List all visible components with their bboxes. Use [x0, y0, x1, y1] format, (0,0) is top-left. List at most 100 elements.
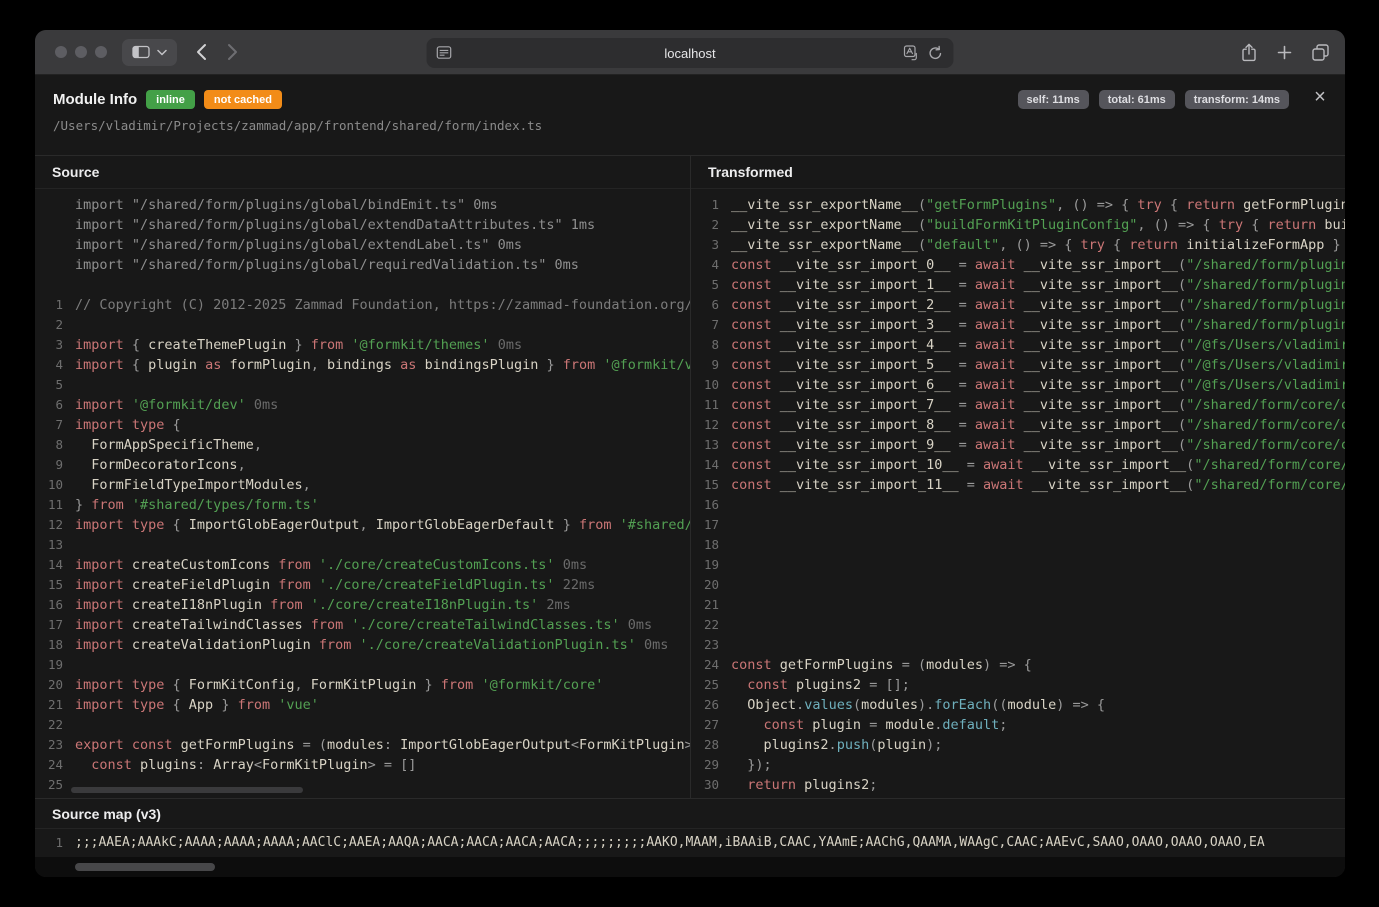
page-title: Module Info — [53, 91, 137, 108]
transformed-code[interactable]: 1__vite_ssr_exportName__("getFormPlugins… — [691, 189, 1345, 798]
code-line: 23export const getFormPlugins = (modules… — [35, 735, 690, 755]
sidebar-toggle-button[interactable] — [122, 39, 177, 66]
window-actions — [1241, 30, 1329, 75]
url-text: localhost — [664, 46, 715, 61]
title-row: Module Info inline not cached self: 11ms… — [53, 90, 1327, 109]
code-line: import "/shared/form/plugins/global/requ… — [35, 255, 690, 275]
code-line: 21 — [691, 595, 1345, 615]
source-panel-title: Source — [35, 156, 690, 189]
code-line: 3import { createThemePlugin } from '@for… — [35, 335, 690, 355]
code-line: 18import createValidationPlugin from './… — [35, 635, 690, 655]
total-time-badge: total: 61ms — [1099, 90, 1175, 109]
code-line: 10 FormFieldTypeImportModules, — [35, 475, 690, 495]
source-code[interactable]: import "/shared/form/plugins/global/bind… — [35, 189, 690, 798]
address-bar[interactable]: localhost — [427, 38, 954, 68]
sourcemap-section: Source map (v3) 1;;;AAEA;AAAkC;AAAA;AAAA… — [35, 798, 1345, 857]
reload-icon[interactable] — [928, 45, 944, 61]
code-line — [35, 275, 690, 295]
code-line: 1__vite_ssr_exportName__("getFormPlugins… — [691, 195, 1345, 215]
code-line: 1;;;AAEA;AAAkC;AAAA;AAAA;AAAA;AAClC;AAEA… — [35, 833, 1345, 853]
code-line: 28 plugins2.push(plugin); — [691, 735, 1345, 755]
transform-time-badge: transform: 14ms — [1185, 90, 1289, 109]
code-line: 15import createFieldPlugin from './core/… — [35, 575, 690, 595]
code-line: 19 — [691, 555, 1345, 575]
code-line: import "/shared/form/plugins/global/bind… — [35, 195, 690, 215]
code-line: 11} from '#shared/types/form.ts' — [35, 495, 690, 515]
module-info-header: Module Info inline not cached self: 11ms… — [35, 75, 1345, 155]
code-line: 15const __vite_ssr_import_11__ = await _… — [691, 475, 1345, 495]
transformed-panel: Transformed 1__vite_ssr_exportName__("ge… — [690, 156, 1345, 798]
code-line: 22 — [691, 615, 1345, 635]
code-line: 7const __vite_ssr_import_3__ = await __v… — [691, 315, 1345, 335]
source-panel: Source import "/shared/form/plugins/glob… — [35, 156, 690, 798]
forward-button[interactable] — [227, 43, 239, 61]
translate-icon[interactable] — [904, 45, 920, 61]
code-line: 4const __vite_ssr_import_0__ = await __v… — [691, 255, 1345, 275]
code-line: 5const __vite_ssr_import_1__ = await __v… — [691, 275, 1345, 295]
page-settings-icon[interactable] — [437, 46, 452, 59]
chevron-down-icon — [157, 49, 167, 56]
code-line: import "/shared/form/plugins/global/exte… — [35, 235, 690, 255]
browser-toolbar: localhost — [35, 30, 1345, 75]
code-line: 22 — [35, 715, 690, 735]
code-line: 8 FormAppSpecificTheme, — [35, 435, 690, 455]
nav-buttons — [195, 43, 239, 61]
code-line: 16import createI18nPlugin from './core/c… — [35, 595, 690, 615]
sourcemap-code[interactable]: 1;;;AAEA;AAAkC;AAAA;AAAA;AAAA;AAClC;AAEA… — [35, 829, 1345, 857]
code-line: 19 — [35, 655, 690, 675]
code-line: 14import createCustomIcons from './core/… — [35, 555, 690, 575]
module-file-path: /Users/vladimir/Projects/zammad/app/fron… — [53, 118, 1327, 133]
module-info-page: Module Info inline not cached self: 11ms… — [35, 75, 1345, 877]
share-icon[interactable] — [1241, 43, 1257, 62]
code-line: 6const __vite_ssr_import_2__ = await __v… — [691, 295, 1345, 315]
sidebar-icon — [132, 45, 150, 59]
window-zoom-button[interactable] — [95, 46, 107, 58]
window-close-button[interactable] — [55, 46, 67, 58]
code-line: 21import type { App } from 'vue' — [35, 695, 690, 715]
scrollbar-thumb[interactable] — [75, 863, 215, 871]
source-horizontal-scrollbar[interactable] — [71, 787, 303, 793]
code-line: 25 const plugins2 = []; — [691, 675, 1345, 695]
code-line: 16 — [691, 495, 1345, 515]
code-line: 17 — [691, 515, 1345, 535]
tab-overview-icon[interactable] — [1312, 44, 1329, 61]
code-line: 10const __vite_ssr_import_6__ = await __… — [691, 375, 1345, 395]
timing-badges: self: 11ms total: 61ms transform: 14ms — [1018, 90, 1289, 109]
close-button[interactable]: × — [1310, 87, 1330, 107]
code-line: 20 — [691, 575, 1345, 595]
new-tab-icon[interactable] — [1277, 45, 1292, 60]
code-line: 24 const plugins: Array<FormKitPlugin> =… — [35, 755, 690, 775]
self-time-badge: self: 11ms — [1018, 90, 1089, 109]
back-button[interactable] — [195, 43, 207, 61]
code-line: 7import type { — [35, 415, 690, 435]
code-line: 26 Object.values(modules).forEach((modul… — [691, 695, 1345, 715]
code-line: 2 — [35, 315, 690, 335]
code-panels: Source import "/shared/form/plugins/glob… — [35, 155, 1345, 798]
code-line: 30 return plugins2; — [691, 775, 1345, 795]
code-line: 27 const plugin = module.default; — [691, 715, 1345, 735]
code-line: 9 FormDecoratorIcons, — [35, 455, 690, 475]
code-line: 9const __vite_ssr_import_5__ = await __v… — [691, 355, 1345, 375]
traffic-lights — [55, 46, 107, 58]
horizontal-scrollbar[interactable] — [35, 857, 1345, 877]
code-line: 12import type { ImportGlobEagerOutput, I… — [35, 515, 690, 535]
code-line: 23 — [691, 635, 1345, 655]
code-line: 2__vite_ssr_exportName__("buildFormKitPl… — [691, 215, 1345, 235]
code-line: 8const __vite_ssr_import_4__ = await __v… — [691, 335, 1345, 355]
code-line: import "/shared/form/plugins/global/exte… — [35, 215, 690, 235]
code-line: 14const __vite_ssr_import_10__ = await _… — [691, 455, 1345, 475]
code-line: 18 — [691, 535, 1345, 555]
window-minimize-button[interactable] — [75, 46, 87, 58]
code-line: 24const getFormPlugins = (modules) => { — [691, 655, 1345, 675]
inline-badge: inline — [146, 90, 195, 109]
code-line: 4import { plugin as formPlugin, bindings… — [35, 355, 690, 375]
code-line: 3__vite_ssr_exportName__("default", () =… — [691, 235, 1345, 255]
code-line: 29 }); — [691, 755, 1345, 775]
code-line: 5 — [35, 375, 690, 395]
code-line: 20import type { FormKitConfig, FormKitPl… — [35, 675, 690, 695]
code-line: 1// Copyright (C) 2012-2025 Zammad Found… — [35, 295, 690, 315]
code-line: 11const __vite_ssr_import_7__ = await __… — [691, 395, 1345, 415]
sourcemap-title: Source map (v3) — [35, 799, 1345, 829]
browser-window: localhost — [35, 30, 1345, 877]
cache-status-badge: not cached — [204, 90, 282, 109]
